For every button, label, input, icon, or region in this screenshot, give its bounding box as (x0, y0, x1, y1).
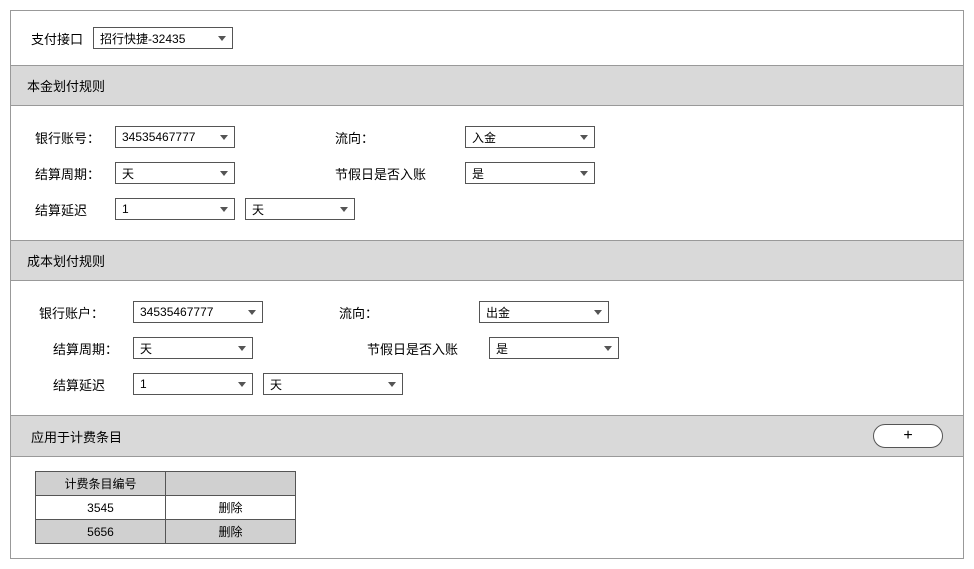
section1-body: 银行账号： 34535467777 流向： 入金 结算周期： 天 (11, 106, 963, 241)
plus-icon: + (903, 427, 912, 445)
billing-table: 计费条目编号 3545 删除 5656 删除 (35, 471, 296, 544)
add-button[interactable]: + (873, 424, 943, 448)
pay-interface-value: 招行快捷-32435 (100, 30, 185, 47)
chevron-down-icon (238, 346, 246, 351)
s2-settle-delay-unit-select[interactable]: 天 (263, 373, 403, 395)
s2-direction-select[interactable]: 出金 (479, 301, 609, 323)
s1-holiday-select[interactable]: 是 (465, 162, 595, 184)
s2-bank-account-select[interactable]: 34535467777 (133, 301, 263, 323)
pay-interface-select[interactable]: 招行快捷-32435 (93, 27, 233, 49)
s2-direction-label: 流向： (339, 303, 469, 322)
s1-direction-value: 入金 (472, 129, 496, 146)
s2-bank-account-label: 银行账户： (39, 303, 123, 322)
table-section: 计费条目编号 3545 删除 5656 删除 (11, 457, 963, 558)
section2-body: 银行账户： 34535467777 流向： 出金 结算周期： 天 (11, 281, 963, 416)
chevron-down-icon (388, 382, 396, 387)
s2-settle-cycle-value: 天 (140, 340, 152, 357)
col-action-header (166, 472, 296, 496)
delete-button[interactable]: 删除 (166, 496, 296, 520)
s1-settle-delay-select[interactable]: 1 (115, 198, 235, 220)
pay-interface-label: 支付接口 (31, 29, 83, 48)
s2-settle-delay-value: 1 (140, 377, 147, 391)
s1-holiday-label: 节假日是否入账 (335, 164, 455, 183)
s1-settle-delay-unit: 天 (252, 201, 264, 218)
s1-bank-account-label: 银行账号： (35, 128, 105, 147)
s2-settle-cycle-label: 结算周期： (39, 339, 123, 358)
section1-header-label: 本金划付规则 (27, 79, 105, 94)
s1-holiday-value: 是 (472, 165, 484, 182)
table-row: 5656 删除 (36, 520, 296, 544)
top-row: 支付接口 招行快捷-32435 (11, 11, 963, 66)
s1-direction-label: 流向： (335, 128, 455, 147)
delete-button[interactable]: 删除 (166, 520, 296, 544)
chevron-down-icon (580, 171, 588, 176)
chevron-down-icon (220, 171, 228, 176)
section3-header-label: 应用于计费条目 (31, 427, 122, 446)
section1-header: 本金划付规则 (11, 66, 963, 106)
section3-header: 应用于计费条目 + (11, 416, 963, 457)
s1-settle-cycle-select[interactable]: 天 (115, 162, 235, 184)
s2-direction-value: 出金 (486, 304, 510, 321)
s1-settle-delay-unit-select[interactable]: 天 (245, 198, 355, 220)
s1-settle-delay-label: 结算延迟 (35, 200, 105, 219)
chevron-down-icon (218, 36, 226, 41)
s2-holiday-select[interactable]: 是 (489, 337, 619, 359)
section2-header-label: 成本划付规则 (27, 254, 105, 269)
col-id-header: 计费条目编号 (36, 472, 166, 496)
s1-bank-account-value: 34535467777 (122, 130, 195, 144)
s2-settle-delay-select[interactable]: 1 (133, 373, 253, 395)
s2-holiday-label: 节假日是否入账 (339, 339, 479, 358)
s2-settle-delay-unit: 天 (270, 376, 282, 393)
section2-header: 成本划付规则 (11, 241, 963, 281)
chevron-down-icon (594, 310, 602, 315)
chevron-down-icon (220, 207, 228, 212)
form-container: 支付接口 招行快捷-32435 本金划付规则 银行账号： 34535467777… (10, 10, 964, 559)
chevron-down-icon (238, 382, 246, 387)
table-row: 3545 删除 (36, 496, 296, 520)
table-header-row: 计费条目编号 (36, 472, 296, 496)
chevron-down-icon (220, 135, 228, 140)
s1-direction-select[interactable]: 入金 (465, 126, 595, 148)
s1-settle-delay-value: 1 (122, 202, 129, 216)
chevron-down-icon (580, 135, 588, 140)
chevron-down-icon (248, 310, 256, 315)
s1-bank-account-select[interactable]: 34535467777 (115, 126, 235, 148)
cell-id: 5656 (36, 520, 166, 544)
s1-settle-cycle-value: 天 (122, 165, 134, 182)
chevron-down-icon (604, 346, 612, 351)
s2-settle-cycle-select[interactable]: 天 (133, 337, 253, 359)
s1-settle-cycle-label: 结算周期： (35, 164, 105, 183)
s2-settle-delay-label: 结算延迟 (39, 375, 123, 394)
s2-bank-account-value: 34535467777 (140, 305, 213, 319)
s2-holiday-value: 是 (496, 340, 508, 357)
chevron-down-icon (340, 207, 348, 212)
cell-id: 3545 (36, 496, 166, 520)
